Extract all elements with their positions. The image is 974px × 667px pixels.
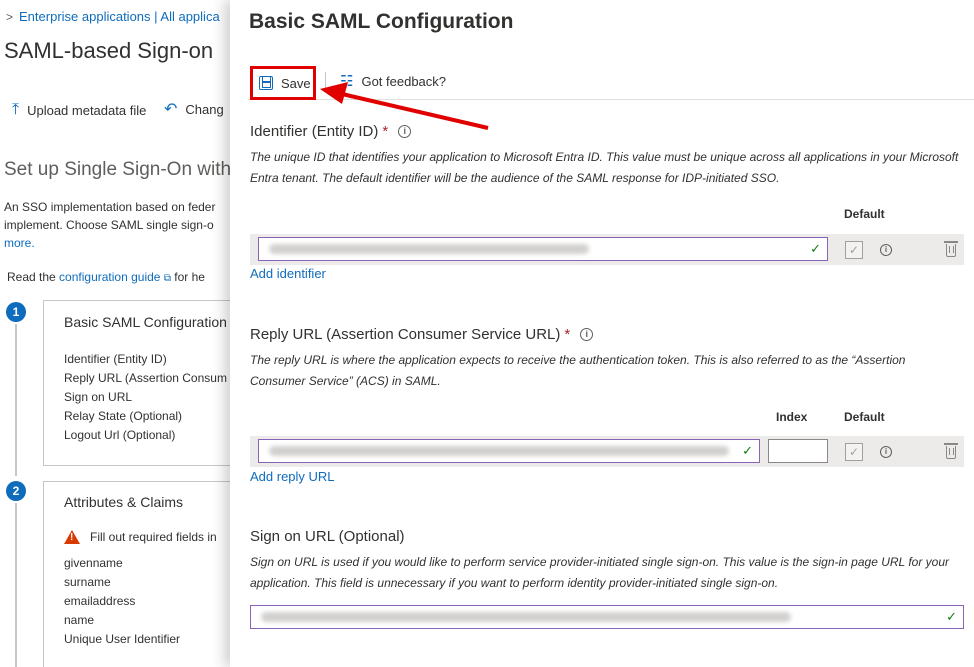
default-column-header: Default xyxy=(844,207,885,221)
page-title: SAML-based Sign-on xyxy=(4,38,214,63)
info-icon[interactable]: i xyxy=(880,244,892,256)
add-reply-url-link[interactable]: Add reply URL xyxy=(250,469,335,484)
identifier-input[interactable]: ✓ xyxy=(258,237,828,261)
index-column-header: Index xyxy=(776,410,808,424)
identifier-label-text: Identifier (Entity ID) xyxy=(250,123,379,140)
description-line-2: implement. Choose SAML single sign-o xyxy=(4,218,214,232)
learn-more-link[interactable]: more. xyxy=(4,234,264,252)
step-2-badge: 2 xyxy=(6,481,26,501)
reply-url-label-text: Reply URL (Assertion Consumer Service UR… xyxy=(250,326,561,343)
card-title: Basic SAML Configuration xyxy=(64,314,227,330)
identifier-description: The unique ID that identifies your appli… xyxy=(250,150,959,185)
warning-text: Fill out required fields in xyxy=(90,530,217,544)
feedback-label: Got feedback? xyxy=(361,73,447,89)
redacted-value xyxy=(261,612,791,622)
required-mark: * xyxy=(564,326,571,343)
configuration-guide-link[interactable]: configuration guide xyxy=(59,270,160,284)
basic-saml-flyout: Basic SAML Configuration Save ☷ Got feed… xyxy=(230,0,974,667)
warning-row: Fill out required fields in xyxy=(64,530,217,544)
card-field: Logout Url (Optional) xyxy=(64,428,176,442)
default-column-header: Default xyxy=(844,410,885,424)
toolbar-divider xyxy=(325,72,326,92)
card-title: Attributes & Claims xyxy=(64,494,184,510)
change-label: Chang xyxy=(185,101,224,117)
step-connector xyxy=(15,503,17,667)
checkmark-icon: ✓ xyxy=(946,609,957,624)
card-field: surname xyxy=(64,575,111,589)
upload-metadata-label: Upload metadata file xyxy=(27,102,147,118)
read-guide-text: Read the configuration guide ⧉ for he xyxy=(7,270,205,284)
save-icon xyxy=(259,76,273,90)
breadcrumb-link[interactable]: Enterprise applications | All applica xyxy=(19,9,220,24)
step-connector xyxy=(15,324,17,476)
warning-icon xyxy=(64,530,80,544)
index-input[interactable] xyxy=(768,439,828,463)
redacted-value xyxy=(269,244,589,254)
card-field: givenname xyxy=(64,556,123,570)
reply-url-description: The reply URL is where the application e… xyxy=(250,353,906,388)
description-line-1: An SSO implementation based on feder xyxy=(4,200,216,214)
info-icon[interactable]: i xyxy=(880,446,892,458)
setup-description: An SSO implementation based on feder imp… xyxy=(4,198,264,252)
default-checkbox[interactable]: ✓ xyxy=(845,443,863,461)
sign-on-url-input[interactable]: ✓ xyxy=(250,605,964,629)
card-field-list: Identifier (Entity ID) Reply URL (Assert… xyxy=(64,350,227,445)
sign-on-url-label: Sign on URL (Optional) xyxy=(250,528,405,545)
reply-url-input[interactable]: ✓ xyxy=(258,439,760,463)
info-icon[interactable]: i xyxy=(398,124,412,138)
sign-on-url-description: Sign on URL is used if you would like to… xyxy=(250,555,950,590)
save-label: Save xyxy=(281,75,311,91)
upload-metadata-button[interactable]: ⤒ Upload metadata file xyxy=(12,101,146,119)
card-field: Identifier (Entity ID) xyxy=(64,352,167,366)
save-button[interactable]: Save xyxy=(250,66,316,100)
card-field: Relay State (Optional) xyxy=(64,409,183,423)
card-field: Reply URL (Assertion Consum xyxy=(64,371,227,385)
feedback-button[interactable]: ☷ Got feedback? xyxy=(340,72,446,90)
required-mark: * xyxy=(382,123,389,140)
feedback-icon: ☷ xyxy=(340,73,354,90)
setup-heading: Set up Single Sign-On with xyxy=(4,159,232,180)
read-prefix: Read the xyxy=(7,270,56,284)
card-field: emailaddress xyxy=(64,594,136,608)
card-field: name xyxy=(64,613,95,627)
change-button[interactable]: ↶ Chang xyxy=(164,99,224,119)
card-field: Unique User Identifier xyxy=(64,632,181,646)
chevron-right-icon: > xyxy=(6,10,14,24)
reply-url-label: Reply URL (Assertion Consumer Service UR… xyxy=(250,326,594,343)
info-icon[interactable]: i xyxy=(580,327,594,341)
undo-icon: ↶ xyxy=(163,101,178,118)
external-link-icon: ⧉ xyxy=(163,273,171,284)
panel-toolbar: Save ☷ Got feedback? xyxy=(248,64,974,100)
add-identifier-link[interactable]: Add identifier xyxy=(250,266,326,281)
checkmark-icon: ✓ xyxy=(742,443,753,458)
upload-icon: ⤒ xyxy=(12,101,20,118)
panel-title: Basic SAML Configuration xyxy=(249,10,514,33)
redacted-value xyxy=(269,446,729,456)
step-1-badge: 1 xyxy=(6,302,26,322)
trash-icon[interactable] xyxy=(944,241,958,257)
card-field: Sign on URL xyxy=(64,390,133,404)
trash-icon[interactable] xyxy=(944,443,958,459)
checkmark-icon: ✓ xyxy=(810,241,821,256)
identifier-label: Identifier (Entity ID) * i xyxy=(250,123,412,140)
default-checkbox[interactable]: ✓ xyxy=(845,241,863,259)
page-toolbar: ⤒ Upload metadata file ↶ Chang xyxy=(12,99,238,119)
breadcrumb[interactable]: > Enterprise applications | All applica xyxy=(6,9,220,24)
card-field-list: givenname surname emailaddress name Uniq… xyxy=(64,554,180,649)
read-suffix: for he xyxy=(174,270,205,284)
